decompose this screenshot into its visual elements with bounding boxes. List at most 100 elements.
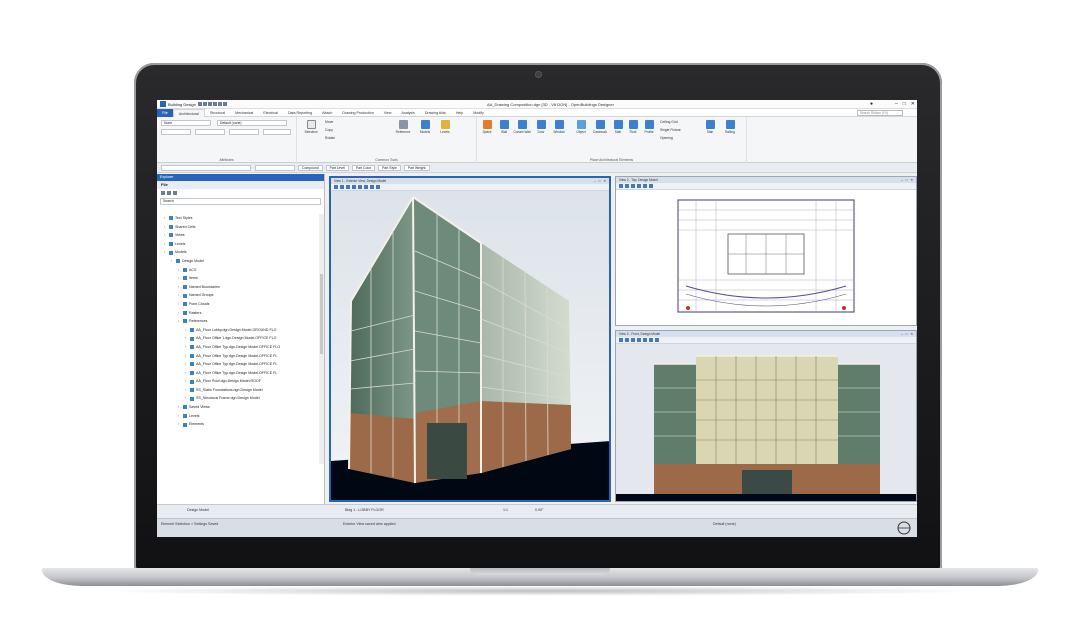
models-button[interactable]: Models — [416, 120, 434, 134]
expand-chevron-icon[interactable]: › — [178, 274, 181, 283]
explorer-file-section[interactable]: File — [157, 181, 324, 189]
rotate-view-icon[interactable] — [643, 184, 647, 188]
opening-button[interactable]: Opening — [660, 136, 673, 140]
compound-button[interactable]: Compound — [298, 164, 323, 171]
tree-item[interactable]: › Models — [157, 248, 317, 257]
tree-item[interactable]: › AA_Floor Office Typ.dgn.Design Model.OF… — [157, 369, 317, 378]
part-weight-combo[interactable]: Part Weight — [403, 164, 430, 171]
single-fixture-button[interactable]: Single Fixture — [660, 128, 681, 132]
tab-view[interactable]: View — [379, 109, 397, 117]
expand-chevron-icon[interactable]: › — [164, 214, 167, 223]
tab-data-reporting[interactable]: Data Reporting — [283, 109, 317, 117]
move-button[interactable]: Move — [325, 120, 333, 124]
tree-item[interactable]: › Levels — [157, 412, 317, 421]
explorer-find-icon[interactable] — [173, 191, 177, 195]
expand-chevron-icon[interactable]: › — [178, 291, 181, 300]
tree-item[interactable]: › ACS — [157, 266, 317, 275]
explorer-scrollbar[interactable] — [319, 214, 324, 464]
view-2-window-controls[interactable]: – □ ✕ — [901, 177, 914, 183]
tree-item[interactable]: › Saved Views — [157, 403, 317, 412]
tab-file[interactable]: File — [157, 108, 173, 117]
view-attributes-icon[interactable] — [334, 185, 338, 189]
tree-item[interactable]: › Views — [157, 231, 317, 240]
render-mode-icon[interactable] — [370, 185, 374, 189]
tab-mechanical[interactable]: Mechanical — [230, 109, 258, 117]
copy-button[interactable]: Copy — [325, 128, 333, 132]
tree-item[interactable]: › SS_Slabs Foundations.dgn.Design Model — [157, 386, 317, 395]
workflow-selector[interactable]: Building Design — [168, 102, 198, 107]
expand-chevron-icon[interactable]: › — [185, 326, 188, 335]
fit-view-icon[interactable] — [352, 185, 356, 189]
tree-item[interactable]: › AA_Floor Office 1.dgn.Design Model.OFFI… — [157, 334, 317, 343]
zoom-in-icon[interactable] — [340, 185, 344, 189]
status-active-level[interactable]: Default (none) — [713, 522, 736, 526]
render-mode-icon[interactable] — [655, 338, 659, 342]
curtain-wall-button[interactable]: Curtain Wall — [513, 120, 531, 134]
slab-button[interactable]: Slab — [611, 120, 625, 134]
tree-item[interactable]: › Named Groups — [157, 291, 317, 300]
ribbon-search-input[interactable]: Search Ribbon (F4) — [857, 110, 903, 116]
tab-structural[interactable]: Structural — [205, 109, 230, 117]
view-1-exterior[interactable]: View 1 - Exterior View, Design Model – □ … — [329, 176, 611, 502]
expand-chevron-icon[interactable]: › — [185, 360, 188, 369]
expand-chevron-icon[interactable]: › — [164, 240, 167, 249]
expand-chevron-icon[interactable]: › — [178, 300, 181, 309]
element-template-combo[interactable] — [161, 164, 251, 171]
tree-item[interactable]: › Rasters — [157, 309, 317, 318]
tree-item[interactable]: › Point Clouds — [157, 300, 317, 309]
profile-button[interactable]: Profile — [641, 120, 657, 134]
expand-chevron-icon[interactable]: › — [185, 352, 188, 361]
print-icon[interactable] — [213, 102, 217, 106]
redo-icon[interactable] — [223, 102, 227, 106]
tree-item[interactable]: › Design Model — [157, 257, 317, 266]
tree-item[interactable]: › Shared Cells — [157, 223, 317, 232]
tree-item[interactable]: › Text Styles — [157, 214, 317, 223]
angle-field[interactable]: 0.00° — [535, 508, 543, 512]
expand-chevron-icon[interactable]: › — [185, 386, 188, 395]
color-combo[interactable] — [161, 129, 191, 135]
expand-chevron-icon[interactable]: › — [185, 377, 188, 386]
object-button[interactable]: Object — [573, 120, 589, 134]
fit-view-icon[interactable] — [637, 338, 641, 342]
wall-button[interactable]: Wall — [496, 120, 512, 134]
expand-chevron-icon[interactable]: › — [164, 231, 167, 240]
tab-analysis[interactable]: Analysis — [396, 109, 419, 117]
expand-chevron-icon[interactable]: › — [185, 369, 188, 378]
expand-chevron-icon[interactable]: › — [185, 343, 188, 352]
user-icon[interactable]: ● — [870, 101, 873, 107]
rotate-button[interactable]: Rotate — [325, 136, 335, 140]
ceiling-grid-button[interactable]: Ceiling Grid — [660, 120, 678, 124]
explorer-search-input[interactable]: Search — [160, 198, 321, 205]
view-3-window-controls[interactable]: – □ ✕ — [901, 331, 914, 337]
part-color-combo[interactable]: Part Color — [351, 164, 376, 171]
expand-chevron-icon[interactable]: › — [178, 283, 181, 292]
view-attributes-icon[interactable] — [619, 184, 623, 188]
tree-item[interactable]: › Levels — [157, 240, 317, 249]
camera-view-icon[interactable] — [376, 185, 380, 189]
part-combo[interactable] — [255, 164, 295, 171]
tree-item[interactable]: › Named Boundaries — [157, 283, 317, 292]
zoom-out-icon[interactable] — [631, 338, 635, 342]
view-2-top[interactable]: View 2 - Top, Design Model – □ ✕ — [615, 176, 917, 326]
view-3-front[interactable]: View 3 - Front, Design Model – □ ✕ — [615, 330, 917, 502]
expand-chevron-icon[interactable]: › — [178, 309, 181, 318]
railing-button[interactable]: Railing — [721, 120, 739, 134]
tree-item[interactable]: › AA_Floor Roof.dgn.Design Model.ROOF — [157, 377, 317, 386]
expand-chevron-icon[interactable]: › — [178, 266, 181, 275]
casework-button[interactable]: Casework — [590, 120, 610, 134]
level-combo[interactable]: None — [161, 120, 211, 126]
explorer-filter-icon[interactable] — [167, 191, 171, 195]
tab-architectural[interactable]: Architectural — [172, 108, 205, 117]
view-attributes-icon[interactable] — [619, 338, 623, 342]
stair-button[interactable]: Stair — [702, 120, 718, 134]
new-file-icon[interactable] — [198, 102, 202, 106]
tab-help[interactable]: Help — [451, 109, 468, 117]
scale-combo[interactable]: 1:1 — [503, 508, 508, 512]
expand-chevron-icon[interactable]: › — [178, 420, 181, 429]
maximize-icon[interactable]: □ — [903, 101, 906, 107]
part-style-combo[interactable]: Part Style — [378, 164, 401, 171]
fit-view-icon[interactable] — [637, 184, 641, 188]
tab-attach[interactable]: Attach — [317, 109, 337, 117]
zoom-in-icon[interactable] — [625, 184, 629, 188]
transparency-combo[interactable] — [263, 129, 291, 135]
